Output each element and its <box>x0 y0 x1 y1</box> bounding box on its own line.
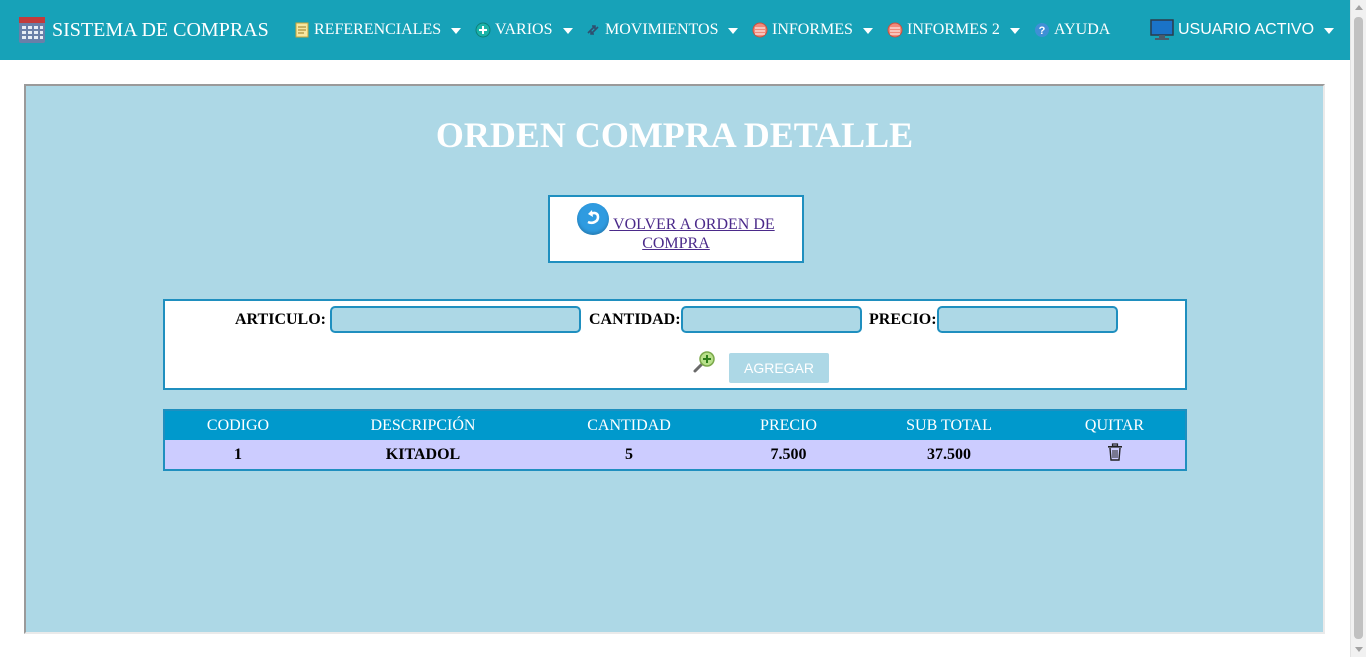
add-item-form: ARTICULO: CANTIDAD: PRECIO: AGREGAR <box>163 299 1187 390</box>
nav-ayuda[interactable]: ? AYUDA <box>1034 19 1110 41</box>
trash-icon[interactable] <box>1107 443 1123 465</box>
precio-input[interactable] <box>937 306 1118 333</box>
cell-codigo: 1 <box>164 440 311 470</box>
cell-subtotal: 37.500 <box>854 440 1044 470</box>
cell-quitar <box>1044 440 1186 470</box>
scroll-up-icon[interactable] <box>1355 5 1363 10</box>
nav-varios[interactable]: VARIOS <box>475 19 573 41</box>
notepad-icon <box>294 22 310 38</box>
main-panel: ORDEN COMPRA DETALLE VOLVER A ORDEN DE C… <box>24 84 1325 634</box>
chevron-down-icon <box>728 27 739 34</box>
vertical-scrollbar[interactable] <box>1350 0 1366 657</box>
col-codigo: CODIGO <box>164 410 311 440</box>
brand-title: SISTEMA DE COMPRAS <box>52 18 269 41</box>
nav-movimientos[interactable]: MOVIMIENTOS <box>585 19 739 41</box>
col-precio: PRECIO <box>723 410 854 440</box>
search-add-icon[interactable] <box>691 349 717 375</box>
cantidad-input[interactable] <box>681 306 862 333</box>
scrollbar-thumb[interactable] <box>1354 17 1363 639</box>
cantidad-label: CANTIDAD: <box>589 311 681 328</box>
chevron-down-icon <box>1324 27 1335 34</box>
detail-table: CODIGO DESCRIPCIÓN CANTIDAD PRECIO SUB T… <box>163 409 1187 471</box>
nav-informes-2[interactable]: INFORMES 2 <box>887 19 1020 41</box>
articulo-label: ARTICULO: <box>235 311 326 328</box>
table-header-row: CODIGO DESCRIPCIÓN CANTIDAD PRECIO SUB T… <box>164 410 1186 440</box>
chevron-down-icon <box>562 27 573 34</box>
precio-label: PRECIO: <box>869 311 937 328</box>
col-cantidad: CANTIDAD <box>535 410 723 440</box>
help-icon: ? <box>1034 22 1050 38</box>
top-navbar: SISTEMA DE COMPRAS REFERENCIALES VARIOS … <box>0 0 1350 60</box>
col-subtotal: SUB TOTAL <box>854 410 1044 440</box>
nav-movimientos-label: MOVIMIENTOS <box>605 21 719 38</box>
agregar-button[interactable]: AGREGAR <box>729 353 829 383</box>
brand[interactable]: SISTEMA DE COMPRAS <box>18 14 269 46</box>
calendar-grid-icon <box>18 15 46 45</box>
nav-ayuda-label: AYUDA <box>1054 21 1111 38</box>
nav-referenciales-label: REFERENCIALES <box>314 21 442 38</box>
cell-descripcion: KITADOL <box>311 440 535 470</box>
cell-cantidad: 5 <box>535 440 723 470</box>
cell-precio: 7.500 <box>723 440 854 470</box>
back-to-orden-compra-link[interactable]: VOLVER A ORDEN DE COMPRA <box>550 203 802 253</box>
col-descripcion: DESCRIPCIÓN <box>311 410 535 440</box>
table-row: 1 KITADOL 5 7.500 37.500 <box>164 440 1186 470</box>
chevron-down-icon <box>1009 27 1020 34</box>
nav-referenciales[interactable]: REFERENCIALES <box>294 19 462 41</box>
monitor-icon <box>1150 19 1174 41</box>
plus-circle-icon <box>475 22 491 38</box>
col-quitar: QUITAR <box>1044 410 1186 440</box>
chevron-down-icon <box>862 27 873 34</box>
nav-usuario-label: USUARIO ACTIVO <box>1178 21 1315 38</box>
back-link-label: VOLVER A ORDEN DE COMPRA <box>613 216 775 252</box>
report-icon <box>887 22 903 38</box>
articulo-input[interactable] <box>330 306 581 333</box>
back-link-box: VOLVER A ORDEN DE COMPRA <box>548 195 804 263</box>
scroll-down-icon[interactable] <box>1355 647 1363 652</box>
page-title: ORDEN COMPRA DETALLE <box>435 115 914 155</box>
nav-informes-label: INFORMES <box>772 21 853 38</box>
nav-informes[interactable]: INFORMES <box>752 19 873 41</box>
svg-text:?: ? <box>1039 25 1046 37</box>
arrows-exchange-icon <box>585 22 601 38</box>
report-icon <box>752 22 768 38</box>
nav-informes-2-label: INFORMES 2 <box>907 21 1000 38</box>
nav-varios-label: VARIOS <box>495 21 553 38</box>
return-arrow-icon <box>577 203 610 235</box>
chevron-down-icon <box>451 27 462 34</box>
nav-usuario-activo[interactable]: USUARIO ACTIVO <box>1150 19 1335 41</box>
